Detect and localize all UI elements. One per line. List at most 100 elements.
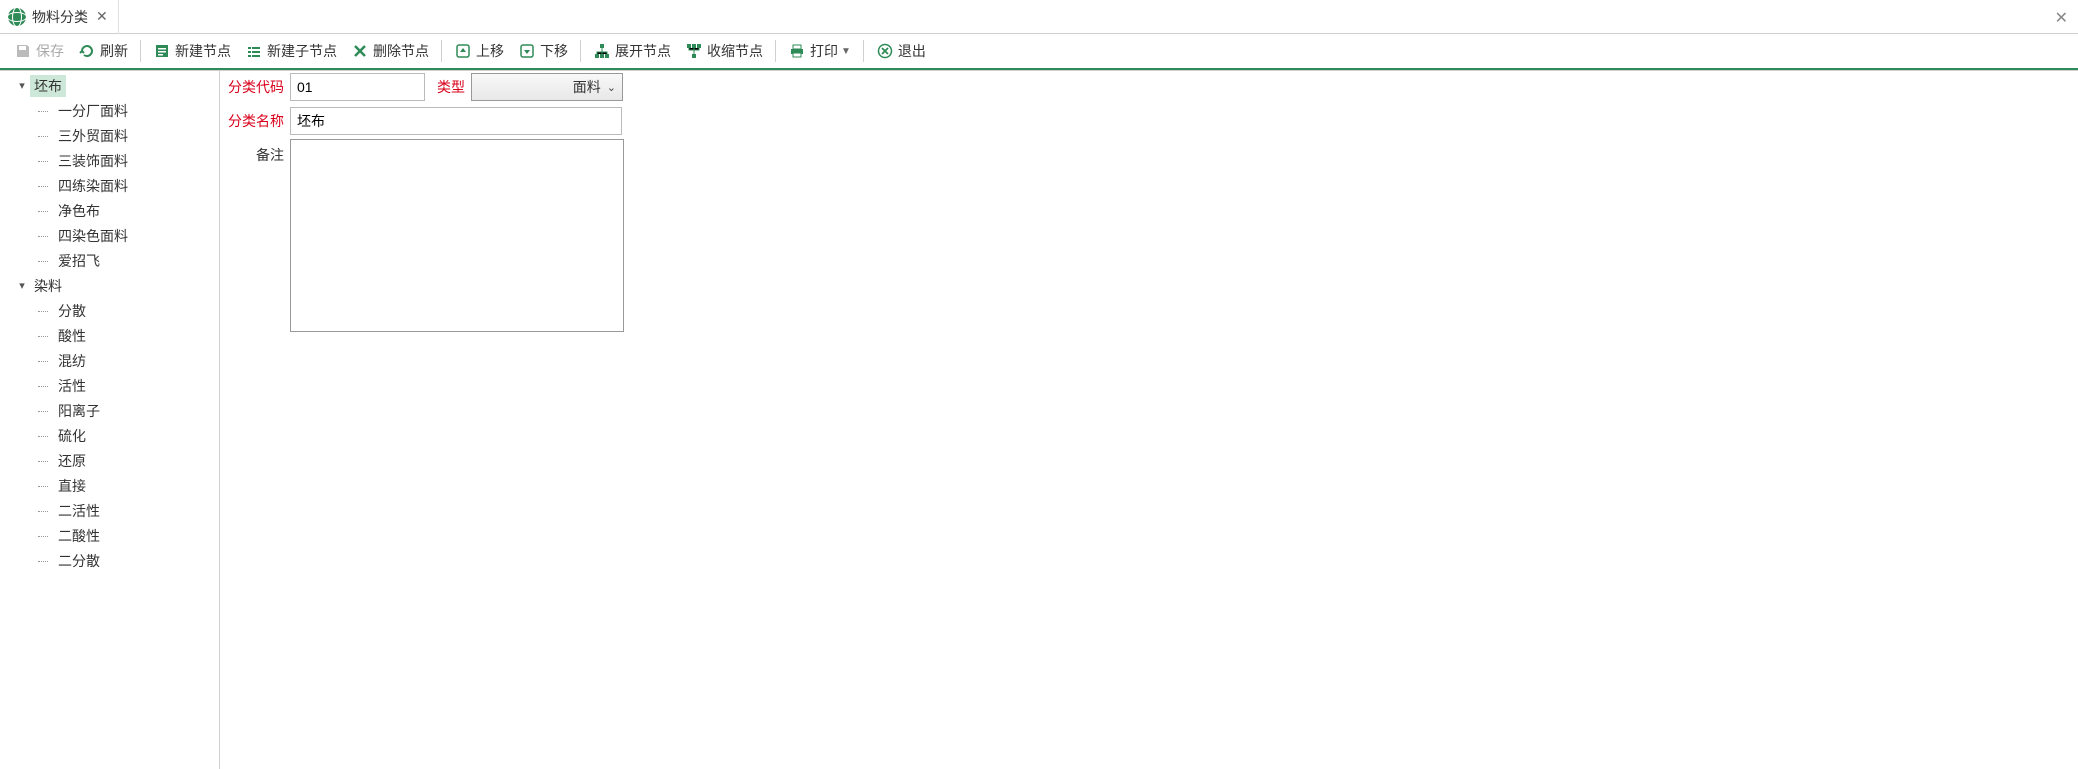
move-up-label: 上移	[476, 41, 504, 61]
tree: ▾ 坯布 一分厂面料三外贸面料三装饰面料四练染面料净色布四染色面料爱招飞 ▾ 染…	[0, 71, 219, 575]
remark-input[interactable]	[290, 139, 624, 332]
tree-panel[interactable]: ▾ 坯布 一分厂面料三外贸面料三装饰面料四练染面料净色布四染色面料爱招飞 ▾ 染…	[0, 71, 220, 769]
tree-label: 爱招飞	[54, 250, 104, 272]
tree-node-root-2[interactable]: ▾ 染料	[0, 273, 219, 298]
down-icon	[518, 42, 536, 60]
tree-label: 四染色面料	[54, 225, 132, 247]
tree-label: 二活性	[54, 500, 104, 522]
type-select[interactable]: 面料 ⌄	[471, 73, 623, 101]
tree-label: 分散	[54, 300, 90, 322]
tree-node-child[interactable]: 分散	[0, 298, 219, 323]
tree-label: 四练染面料	[54, 175, 132, 197]
new-node-label: 新建节点	[175, 41, 231, 61]
tree-label: 直接	[54, 475, 90, 497]
code-input[interactable]	[290, 73, 425, 101]
chevron-down-icon[interactable]: ▾	[14, 79, 30, 92]
collapse-label: 收缩节点	[707, 41, 763, 61]
tree-node-child[interactable]: 一分厂面料	[0, 98, 219, 123]
tree-node-child[interactable]: 三装饰面料	[0, 148, 219, 173]
tree-node-child[interactable]: 活性	[0, 373, 219, 398]
refresh-button[interactable]: 刷新	[72, 37, 134, 65]
tab-title: 物料分类	[32, 7, 88, 27]
save-label: 保存	[36, 41, 64, 61]
separator	[775, 40, 776, 62]
form-area: 分类代码 类型 面料 ⌄ 分类名称 备注	[220, 71, 2078, 769]
refresh-icon	[78, 42, 96, 60]
tree-label: 还原	[54, 450, 90, 472]
chevron-down-icon: ⌄	[607, 81, 616, 94]
tree-node-child[interactable]: 直接	[0, 473, 219, 498]
tree-label: 净色布	[54, 200, 104, 222]
tree-node-child[interactable]: 四染色面料	[0, 223, 219, 248]
tree-node-child[interactable]: 硫化	[0, 423, 219, 448]
globe-icon	[8, 8, 26, 26]
move-down-button[interactable]: 下移	[512, 37, 574, 65]
print-icon	[788, 42, 806, 60]
tree-node-child[interactable]: 酸性	[0, 323, 219, 348]
exit-button[interactable]: 退出	[870, 37, 932, 65]
separator	[140, 40, 141, 62]
delete-node-label: 删除节点	[373, 41, 429, 61]
tree-node-child[interactable]: 二分散	[0, 548, 219, 573]
refresh-label: 刷新	[100, 41, 128, 61]
separator	[580, 40, 581, 62]
label-name: 分类名称	[220, 105, 290, 137]
tree-label: 活性	[54, 375, 90, 397]
type-value: 面料	[478, 77, 607, 97]
tree-node-child[interactable]: 净色布	[0, 198, 219, 223]
print-button[interactable]: 打印 ▼	[782, 37, 857, 65]
tree-label: 三外贸面料	[54, 125, 132, 147]
delete-icon	[351, 42, 369, 60]
tree-node-child[interactable]: 二酸性	[0, 523, 219, 548]
tree-label: 混纺	[54, 350, 90, 372]
tree-label: 坯布	[30, 75, 66, 97]
exit-label: 退出	[898, 41, 926, 61]
main-area: ▾ 坯布 一分厂面料三外贸面料三装饰面料四练染面料净色布四染色面料爱招飞 ▾ 染…	[0, 70, 2078, 769]
tab-bar: 物料分类 ✕ ✕	[0, 0, 2078, 34]
tree-node-child[interactable]: 三外贸面料	[0, 123, 219, 148]
separator	[441, 40, 442, 62]
new-child-button[interactable]: 新建子节点	[239, 37, 343, 65]
tree-node-child[interactable]: 四练染面料	[0, 173, 219, 198]
tree-label: 二分散	[54, 550, 104, 572]
close-icon[interactable]: ✕	[96, 8, 108, 25]
expand-icon	[593, 42, 611, 60]
expand-label: 展开节点	[615, 41, 671, 61]
collapse-button[interactable]: 收缩节点	[679, 37, 769, 65]
tree-node-child[interactable]: 混纺	[0, 348, 219, 373]
toolbar: 保存 刷新 新建节点 新建子节点 删除节点 上移 下移	[0, 34, 2078, 70]
tree-node-child[interactable]: 阳离子	[0, 398, 219, 423]
move-down-label: 下移	[540, 41, 568, 61]
separator	[863, 40, 864, 62]
tab-material-category[interactable]: 物料分类 ✕	[0, 0, 119, 34]
label-type: 类型	[425, 71, 471, 103]
save-button[interactable]: 保存	[8, 37, 70, 65]
move-up-button[interactable]: 上移	[448, 37, 510, 65]
label-remark: 备注	[220, 139, 290, 171]
tree-node-child[interactable]: 爱招飞	[0, 248, 219, 273]
close-icon[interactable]: ✕	[2055, 8, 2068, 28]
tree-label: 阳离子	[54, 400, 104, 422]
save-icon	[14, 42, 32, 60]
expand-button[interactable]: 展开节点	[587, 37, 677, 65]
up-icon	[454, 42, 472, 60]
tree-label: 一分厂面料	[54, 100, 132, 122]
print-label: 打印	[810, 41, 838, 61]
new-node-button[interactable]: 新建节点	[147, 37, 237, 65]
tree-node-child[interactable]: 还原	[0, 448, 219, 473]
form-row-code-type: 分类代码 类型 面料 ⌄	[220, 71, 2078, 103]
tree-node-root-1[interactable]: ▾ 坯布	[0, 73, 219, 98]
label-code: 分类代码	[220, 71, 290, 103]
tree-label: 硫化	[54, 425, 90, 447]
chevron-down-icon: ▼	[841, 46, 851, 57]
name-input[interactable]	[290, 107, 622, 135]
new-child-icon	[245, 42, 263, 60]
exit-icon	[876, 42, 894, 60]
tree-node-child[interactable]: 二活性	[0, 498, 219, 523]
form-row-name: 分类名称	[220, 105, 2078, 137]
tree-label: 染料	[30, 275, 66, 297]
tree-label: 酸性	[54, 325, 90, 347]
delete-node-button[interactable]: 删除节点	[345, 37, 435, 65]
form-row-remark: 备注	[220, 139, 2078, 332]
chevron-down-icon[interactable]: ▾	[14, 279, 30, 292]
